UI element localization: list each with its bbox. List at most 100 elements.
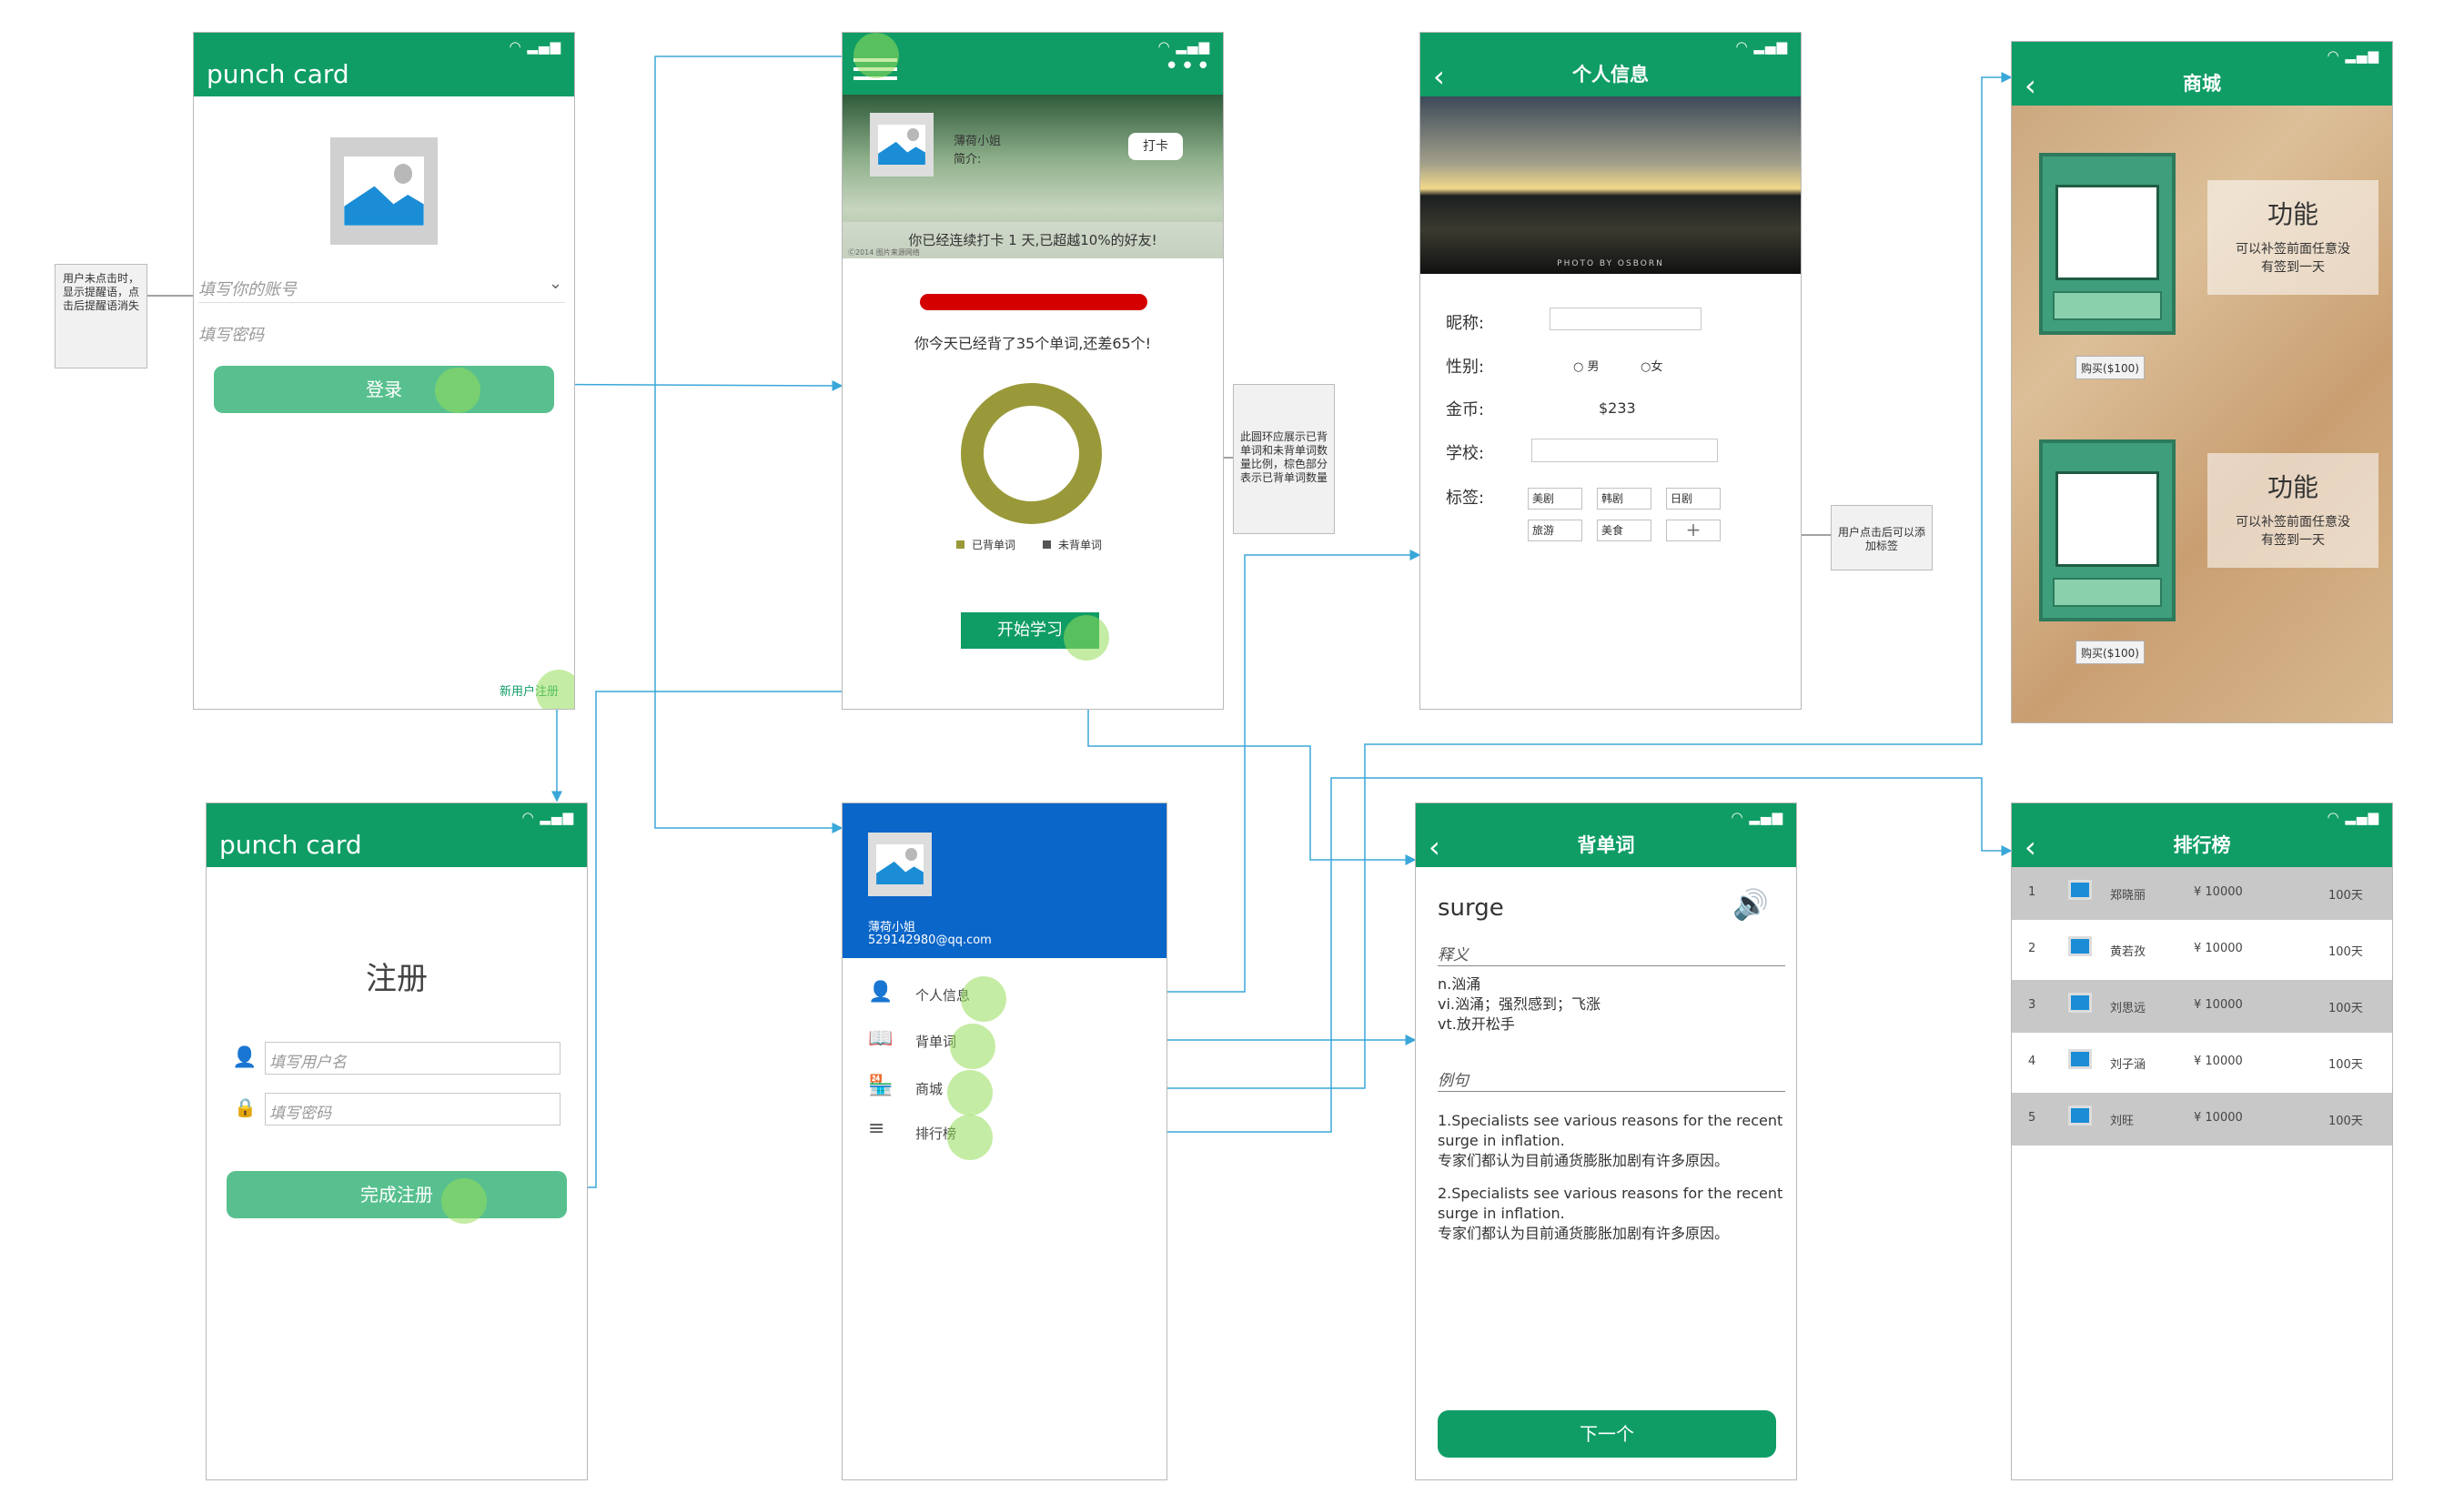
drawer-item-shop[interactable]: 商城	[915, 1079, 943, 1098]
book-icon: 📖	[868, 1027, 894, 1050]
connector-menu-drawer	[654, 56, 843, 833]
buy-button[interactable]: 购买($100)	[2075, 356, 2145, 379]
legend-learned-swatch	[956, 540, 964, 549]
register-password-input[interactable]: 填写密码	[265, 1093, 560, 1126]
signal-icon: ◠ ▂▄▆	[521, 809, 574, 825]
coins-value: $233	[1599, 399, 1636, 417]
signal-icon: ◠ ▂▄▆	[509, 38, 561, 55]
definition-list: n.汹涌 vi.汹涌；强烈感到；飞涨 vt.放开松手	[1438, 974, 1601, 1035]
more-icon[interactable]: •••	[1165, 55, 1212, 78]
rank-avatar-icon	[2068, 936, 2092, 956]
shop-title: 商城	[2183, 73, 2221, 95]
login-title: punch card	[207, 59, 349, 89]
words-title: 背单词	[1577, 834, 1635, 856]
feature-desc: 可以补签前面任意没有签到一天	[2236, 515, 2350, 548]
photo-caption: PHOTO BY OSBORN	[1557, 259, 1664, 268]
punch-button[interactable]: 打卡	[1128, 133, 1183, 160]
rank-row[interactable]: 1 郑晓丽 ¥ 10000 100天	[2012, 867, 2392, 920]
hotspot-marker	[950, 1024, 995, 1069]
note-tag-hint: 用户点击后可以添加标签	[1831, 505, 1933, 570]
shop-card-image	[2039, 153, 2176, 335]
store-icon: 🏪	[868, 1075, 894, 1097]
drawer-email: 529142980@qq.com	[868, 934, 992, 947]
nickname-label: 昵称:	[1446, 314, 1485, 333]
example-2: 2.Specialists see various reasons for th…	[1438, 1185, 1783, 1242]
hotspot-marker	[1064, 615, 1109, 661]
words-app-bar: ◠ ▂▄▆ ‹ 背单词	[1416, 803, 1796, 867]
password-input[interactable]: 填写密码	[198, 322, 264, 346]
shop-card-image	[2039, 439, 2176, 621]
rank-row[interactable]: 3 刘思远 ¥ 10000 100天	[2012, 980, 2392, 1033]
buy-button[interactable]: 购买($100)	[2075, 641, 2145, 664]
note-ring-hint: 此圆环应展示已背单词和未背单词数量比例，棕色部分表示已背单词数量	[1233, 384, 1335, 534]
username-input[interactable]: 填写用户名	[265, 1042, 560, 1075]
rank-avatar-icon	[2068, 1049, 2092, 1069]
rank-row[interactable]: 5 刘旺 ¥ 10000 100天	[2012, 1093, 2392, 1146]
tag-item[interactable]: 美食	[1597, 520, 1651, 541]
word-text: surge	[1438, 894, 1504, 922]
signal-icon: ◠ ▂▄▆	[2327, 47, 2379, 64]
rank-avatar-icon	[2068, 993, 2092, 1013]
feature-title: 功能	[2267, 472, 2318, 502]
feature-box: 功能 可以补签前面任意没有签到一天	[2207, 453, 2378, 568]
rank-row[interactable]: 4 刘子涵 ¥ 10000 100天	[2012, 1036, 2392, 1089]
signal-icon: ◠ ▂▄▆	[2327, 809, 2379, 825]
login-logo-image	[330, 137, 438, 245]
progress-text: 你今天已经背了35个单词,还差65个!	[914, 335, 1152, 352]
rank-avatar-icon	[2068, 880, 2092, 900]
hotspot-marker	[435, 368, 480, 413]
legend-learned: 已背单词	[972, 539, 1016, 551]
user-icon: 👤	[232, 1046, 258, 1069]
drawer-avatar	[868, 833, 932, 896]
tag-item[interactable]: 日剧	[1666, 488, 1721, 510]
feature-title: 功能	[2267, 199, 2318, 229]
home-banner: 薄荷小姐 简介: 打卡 你已经连续打卡 1 天,已超越10%的好友! Ⓒ2014…	[843, 95, 1223, 258]
home-user-intro: 简介:	[954, 153, 982, 167]
tags-label: 标签:	[1446, 489, 1485, 508]
female-radio[interactable]: ○女	[1641, 357, 1662, 374]
daily-progress-bar	[920, 294, 1147, 310]
user-avatar	[870, 113, 934, 177]
coins-label: 金币:	[1446, 400, 1485, 419]
gender-label: 性别:	[1446, 358, 1485, 377]
next-word-button[interactable]: 下一个	[1438, 1410, 1776, 1458]
example-heading: 例句	[1438, 1072, 1469, 1090]
register-screen: ◠ ▂▄▆ punch card 注册 👤 填写用户名 🔒 填写密码 完成注册	[206, 803, 588, 1480]
profile-app-bar: ◠ ▂▄▆ ‹ 个人信息	[1420, 33, 1801, 96]
school-input[interactable]	[1531, 439, 1718, 462]
home-screen: ◠ ▂▄▆ ••• 薄荷小姐 简介: 打卡 你已经连续打卡 1 天,已超越10%…	[842, 32, 1224, 710]
hotspot-marker	[536, 670, 574, 709]
complete-register-button[interactable]: 完成注册	[227, 1171, 567, 1218]
feature-box: 功能 可以补签前面任意没有签到一天	[2207, 180, 2378, 295]
word-ring-chart	[961, 383, 1102, 524]
account-input[interactable]: 填写你的账号	[198, 277, 297, 300]
drawer-header: 薄荷小姐 529142980@qq.com	[843, 803, 1166, 958]
home-app-bar: ◠ ▂▄▆ •••	[843, 33, 1223, 95]
chevron-down-icon[interactable]: ⌄	[549, 274, 562, 293]
add-tag-button[interactable]: +	[1666, 520, 1721, 541]
tag-item[interactable]: 旅游	[1528, 520, 1582, 541]
definition-item: n.汹涌	[1438, 975, 1481, 993]
rank-row[interactable]: 2 黄若孜 ¥ 10000 100天	[2012, 924, 2392, 976]
lock-icon: 🔒	[234, 1096, 257, 1118]
list-icon: ≡	[868, 1117, 885, 1140]
hotspot-marker	[961, 976, 1006, 1022]
rank-app-bar: ◠ ▂▄▆ ‹ 排行榜	[2012, 803, 2392, 867]
shop-screen: ◠ ▂▄▆ ‹ 商城 功能 可以补签前面任意没有签到一天 购买($100) 功能…	[2011, 41, 2393, 723]
male-radio[interactable]: ○ 男	[1573, 357, 1600, 374]
person-icon: 👤	[868, 981, 894, 1004]
signal-icon: ◠ ▂▄▆	[1731, 809, 1783, 825]
nickname-input[interactable]	[1550, 308, 1702, 330]
words-screen: ◠ ▂▄▆ ‹ 背单词 surge 🔊 释义 n.汹涌 vi.汹涌；强烈感到；飞…	[1415, 803, 1797, 1480]
rank-title: 排行榜	[2173, 834, 2231, 856]
legend-unlearned-swatch	[1043, 540, 1051, 549]
hotspot-marker	[947, 1115, 993, 1160]
login-app-bar: ◠ ▂▄▆ punch card	[194, 33, 574, 96]
rank-screen: ◠ ▂▄▆ ‹ 排行榜 1 郑晓丽 ¥ 10000 100天 2 黄若孜 ¥ 1…	[2011, 803, 2393, 1480]
definition-item: vi.汹涌；强烈感到；飞涨	[1438, 995, 1601, 1013]
login-button[interactable]: 登录	[214, 366, 554, 413]
speaker-icon[interactable]: 🔊	[1732, 887, 1769, 922]
tag-item[interactable]: 美剧	[1528, 488, 1582, 510]
tag-item[interactable]: 韩剧	[1597, 488, 1651, 510]
login-screen: ◠ ▂▄▆ punch card 填写你的账号 ⌄ 填写密码 登录 新用户注册	[193, 32, 575, 710]
